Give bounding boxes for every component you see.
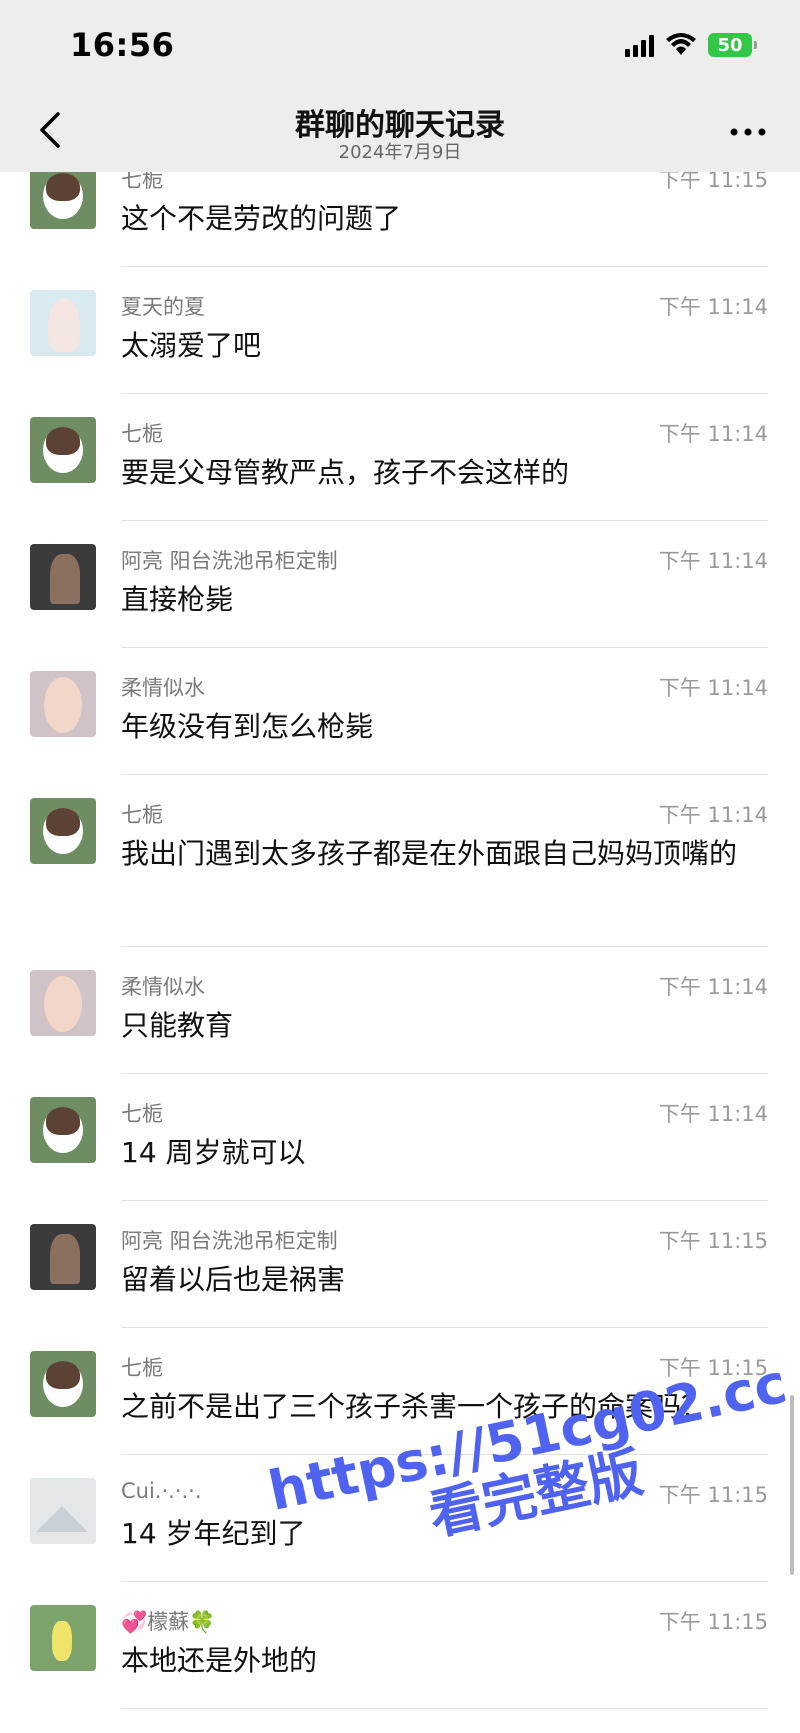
message-text: 直接枪毙 [121,583,234,616]
avatar[interactable] [30,544,96,610]
message-text: 本地还是外地的 [121,1644,318,1677]
more-icon [730,128,766,136]
page-subtitle: 2024年7月9日 [338,142,462,163]
message-item[interactable]: 七栀 下午 11:14 我出门遇到太多孩子都是在外面跟自己妈妈顶嘴的 [0,775,800,947]
message-time: 下午 11:15 [658,1229,768,1253]
message-time: 下午 11:14 [658,676,768,700]
avatar[interactable] [30,417,96,483]
sender-name: Cui.·.·.·. [121,1479,202,1503]
avatar[interactable] [30,1605,96,1671]
avatar[interactable] [30,1351,96,1417]
sender-name: 七栀 [121,422,163,446]
message-item[interactable]: 柔情似水 下午 11:14 只能教育 [0,947,800,1074]
avatar[interactable] [30,1478,96,1544]
nav-bar: 群聊的聊天记录 2024年7月9日 [0,92,800,172]
message-time: 下午 11:15 [658,1610,768,1634]
message-text: 太溺爱了吧 [121,329,262,362]
message-time: 下午 11:14 [658,422,768,446]
message-item[interactable]: 七栀 下午 11:14 14 周岁就可以 [0,1074,800,1201]
avatar[interactable] [30,970,96,1036]
message-text: 我出门遇到太多孩子都是在外面跟自己妈妈顶嘴的 [121,837,738,870]
message-text: 年级没有到怎么枪毙 [121,710,374,743]
divider [121,1708,768,1709]
sender-name: 💞檬蘇🍀 [121,1610,216,1634]
signal-icon [625,33,654,57]
message-text: 14 周岁就可以 [121,1136,306,1169]
message-text: 只能教育 [121,1009,234,1042]
sender-name: 七栀 [121,1102,163,1126]
more-button[interactable] [728,112,768,152]
message-item[interactable]: 阿亮 阳台洗池吊柜定制 下午 11:15 留着以后也是祸害 [0,1201,800,1328]
wifi-icon [666,33,696,55]
status-time: 16:56 [70,26,175,64]
sender-name: 柔情似水 [121,975,205,999]
message-item[interactable]: 七栀 下午 11:14 要是父母管教严点，孩子不会这样的 [0,394,800,521]
message-time: 下午 11:14 [658,975,768,999]
avatar[interactable] [30,671,96,737]
sender-name: 七栀 [121,803,163,827]
message-text: 这个不是劳改的问题了 [121,202,402,235]
sender-name: 夏天的夏 [121,295,205,319]
avatar[interactable] [30,1097,96,1163]
sender-name: 阿亮 阳台洗池吊柜定制 [121,1229,338,1253]
message-item[interactable]: 柔情似水 下午 11:14 年级没有到怎么枪毙 [0,648,800,775]
message-item[interactable]: 💞檬蘇🍀 下午 11:15 本地还是外地的 [0,1582,800,1709]
top-bar: 16:56 50 群聊的聊天记录 2024年7月9日 [0,0,800,172]
message-text: 要是父母管教严点，孩子不会这样的 [121,456,570,489]
battery-icon: 50 [708,33,757,57]
scrollbar[interactable] [790,1395,794,1575]
message-item[interactable]: 阿亮 阳台洗池吊柜定制 下午 11:14 直接枪毙 [0,521,800,648]
message-item[interactable]: 夏天的夏 下午 11:14 太溺爱了吧 [0,267,800,394]
sender-name: 七栀 [121,1356,163,1380]
message-time: 下午 11:14 [658,1102,768,1126]
message-time: 下午 11:14 [658,549,768,573]
avatar[interactable] [30,290,96,356]
message-time: 下午 11:14 [658,295,768,319]
avatar[interactable] [30,798,96,864]
avatar[interactable] [30,163,96,229]
avatar[interactable] [30,1224,96,1290]
message-time: 下午 11:14 [658,803,768,827]
status-icons: 50 [625,30,757,60]
sender-name: 阿亮 阳台洗池吊柜定制 [121,549,338,573]
status-bar: 16:56 50 [0,0,800,92]
message-text: 留着以后也是祸害 [121,1263,346,1296]
sender-name: 柔情似水 [121,676,205,700]
